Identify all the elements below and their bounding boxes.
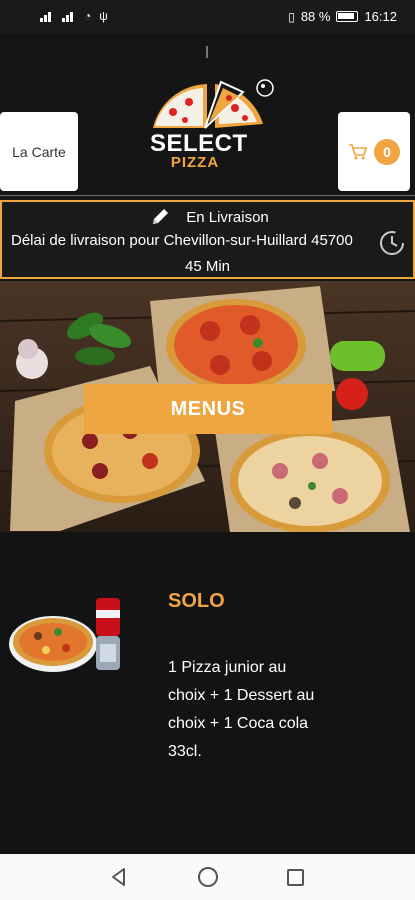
product-card[interactable]: SOLO 1 Pizza junior au choix + 1 Dessert… <box>0 532 415 854</box>
status-left-icons: ◔ ψ <box>40 9 108 23</box>
product-description: 1 Pizza junior au choix + 1 Dessert au c… <box>168 659 315 760</box>
la-carte-button[interactable]: La Carte <box>0 112 78 191</box>
vibrate-icon: ▯ <box>288 9 295 24</box>
divider <box>206 46 208 58</box>
logo-text-pizza: PIZZA <box>170 154 220 171</box>
menus-button[interactable]: MENUS <box>84 384 332 434</box>
delivery-time: 45 Min <box>185 258 231 275</box>
header: La Carte SELECT PIZZA 0 <box>0 34 415 196</box>
signal-icon <box>40 10 54 22</box>
status-bar: ◔ ψ ▯ 88 % 16:12 <box>0 0 415 34</box>
hero-banner: MENUS <box>0 281 415 532</box>
delivery-mode-label: En Livraison <box>186 208 269 226</box>
status-right-icons: ▯ 88 % 16:12 <box>288 9 397 24</box>
pencil-icon[interactable] <box>150 207 170 227</box>
product-image <box>9 598 120 672</box>
cart-button[interactable]: 0 <box>338 112 410 191</box>
cart-count-badge: 0 <box>374 138 400 165</box>
app-screen: ◔ ψ ▯ 88 % 16:12 La Carte SELECT PIZZA 0… <box>0 0 415 900</box>
wifi-icon: ◔ <box>84 9 92 23</box>
clock-time: 16:12 <box>364 9 397 24</box>
shopping-cart-icon <box>349 143 368 159</box>
system-nav-bar <box>0 854 415 900</box>
signal-2-icon <box>62 10 76 22</box>
delivery-mode-row: En Livraison <box>2 207 415 231</box>
clock-icon <box>380 231 404 255</box>
back-icon[interactable] <box>108 866 130 888</box>
recent-apps-icon[interactable] <box>287 869 304 886</box>
battery-percent: 88 % <box>300 9 331 24</box>
home-icon[interactable] <box>198 867 218 887</box>
battery-icon <box>336 11 359 22</box>
usb-icon: ψ <box>99 9 108 23</box>
product-title: SOLO <box>168 590 225 612</box>
delivery-delay-text: Délai de livraison pour Chevillon-sur-Hu… <box>11 232 353 249</box>
delivery-info-box[interactable]: En Livraison Délai de livraison pour Che… <box>0 200 415 279</box>
